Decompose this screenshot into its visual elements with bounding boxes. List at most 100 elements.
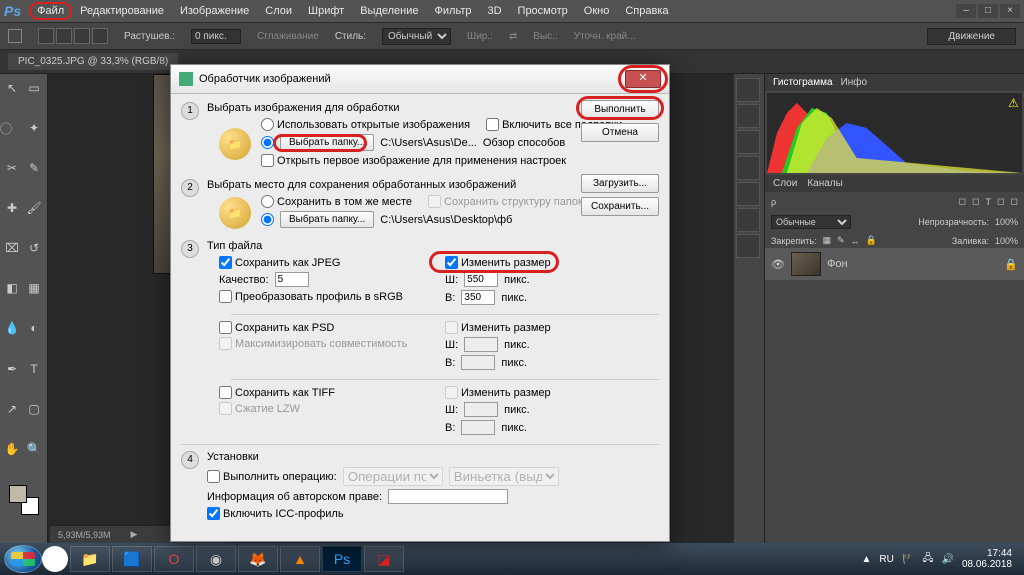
close-button[interactable]: ×	[1000, 4, 1020, 18]
menu-window[interactable]: Окно	[576, 2, 618, 20]
open-first-check[interactable]: Открыть первое изображение для применени…	[261, 154, 566, 167]
select-folder-button-1[interactable]: Выбрать папку...	[280, 134, 374, 151]
run-action-check[interactable]: Выполнить операцию:	[207, 470, 337, 483]
tray-network-icon[interactable]: 🖧	[922, 551, 933, 568]
wand-tool-icon[interactable]: ✦	[24, 118, 44, 138]
style-select[interactable]: Обычный	[382, 28, 451, 45]
menu-3d[interactable]: 3D	[479, 2, 509, 20]
blur-tool-icon[interactable]: 💧	[2, 318, 22, 338]
color-swatches[interactable]	[9, 485, 39, 515]
menu-select[interactable]: Выделение	[352, 2, 426, 20]
document-tab[interactable]: PIC_0325.JPG @ 33,3% (RGB/8)	[8, 53, 178, 70]
select-new[interactable]	[38, 28, 54, 44]
menu-type[interactable]: Шрифт	[300, 2, 352, 20]
select-sub[interactable]	[74, 28, 90, 44]
taskbar-app-icon[interactable]: 🟦	[112, 546, 152, 572]
eraser-tool-icon[interactable]: ◧	[2, 278, 22, 298]
taskbar-opera-icon[interactable]: O	[154, 546, 194, 572]
dialog-titlebar[interactable]: Обработчик изображений ✕	[171, 65, 669, 94]
refine-edge-button[interactable]: Уточн. край...	[574, 31, 636, 42]
quality-input[interactable]	[275, 272, 309, 287]
pen-tool-icon[interactable]: ✒	[2, 359, 22, 379]
layer-filter-icon[interactable]: ρ	[771, 197, 776, 207]
save-as-tiff-check[interactable]: Сохранить как TIFF	[219, 386, 335, 399]
resize-check-jpeg[interactable]: Изменить размер	[445, 256, 551, 269]
dialog-close-button[interactable]: ✕	[625, 70, 661, 88]
menu-help[interactable]: Справка	[617, 2, 676, 20]
workspace-select[interactable]: Движение	[927, 28, 1016, 45]
tool-preset-icon[interactable]	[8, 29, 22, 43]
convert-srgb-check[interactable]: Преобразовать профиль в sRGB	[219, 290, 403, 303]
heal-tool-icon[interactable]: ✚	[2, 198, 22, 218]
select-intersect[interactable]	[92, 28, 108, 44]
menu-file[interactable]: Файл	[29, 2, 72, 20]
stamp-tool-icon[interactable]: ⌧	[2, 238, 22, 258]
tab-info[interactable]: Инфо	[841, 77, 868, 88]
dodge-tool-icon[interactable]: ◐	[24, 318, 44, 338]
shape-tool-icon[interactable]: ▢	[24, 399, 44, 419]
character-panel-icon[interactable]	[736, 182, 760, 206]
lasso-tool-icon[interactable]: ⃝	[2, 118, 22, 138]
taskbar-chrome-icon[interactable]: ◉	[196, 546, 236, 572]
cancel-button[interactable]: Отмена	[581, 123, 659, 142]
minimize-button[interactable]: –	[956, 4, 976, 18]
layer-row[interactable]: 👁 Фон 🔒	[765, 248, 1024, 280]
taskbar-explorer-icon[interactable]: 📁	[70, 546, 110, 572]
width-input[interactable]	[464, 272, 498, 287]
hand-tool-icon[interactable]: ✋	[2, 439, 22, 459]
tray-up-icon[interactable]: ▲	[862, 554, 872, 565]
taskbar-vlc-icon[interactable]: ▲	[280, 546, 320, 572]
tab-channels[interactable]: Каналы	[807, 178, 843, 189]
fill-value[interactable]: 100%	[995, 236, 1018, 246]
visibility-icon[interactable]: 👁	[771, 258, 785, 271]
save-as-psd-check[interactable]: Сохранить как PSD	[219, 321, 334, 334]
swatches-panel-icon[interactable]	[736, 156, 760, 180]
properties-panel-icon[interactable]	[736, 130, 760, 154]
actions-panel-icon[interactable]	[736, 104, 760, 128]
libraries-panel-icon[interactable]	[736, 234, 760, 258]
browse-link[interactable]: Обзор способов	[483, 137, 565, 149]
run-button[interactable]: Выполнить	[581, 100, 659, 119]
start-button[interactable]	[4, 545, 42, 573]
same-location-radio[interactable]: Сохранить в том же месте	[261, 195, 412, 208]
eyedropper-tool-icon[interactable]: ✎	[24, 158, 44, 178]
history-brush-icon[interactable]: ↺	[24, 238, 44, 258]
paragraph-panel-icon[interactable]	[736, 208, 760, 232]
menu-layers[interactable]: Слои	[257, 2, 300, 20]
taskbar-photoshop-icon[interactable]: Ps	[322, 546, 362, 572]
brush-tool-icon[interactable]: 🖌	[24, 198, 44, 218]
taskbar-yandex-icon[interactable]	[42, 546, 68, 572]
height-input[interactable]	[461, 290, 495, 305]
copyright-input[interactable]	[388, 489, 508, 504]
tray-clock[interactable]: 17:44 08.06.2018	[962, 548, 1012, 570]
tray-lang[interactable]: RU	[879, 554, 893, 565]
tab-layers[interactable]: Слои	[773, 178, 797, 189]
path-tool-icon[interactable]: ↗	[2, 399, 22, 419]
type-tool-icon[interactable]: T	[24, 359, 44, 379]
tray-flag-icon[interactable]: 🏴	[902, 554, 914, 565]
select-add[interactable]	[56, 28, 72, 44]
feather-input[interactable]	[191, 29, 241, 44]
tray-sound-icon[interactable]: 🔊	[941, 554, 953, 565]
menu-filter[interactable]: Фильтр	[427, 2, 480, 20]
gradient-tool-icon[interactable]: ▦	[24, 278, 44, 298]
load-button[interactable]: Загрузить...	[581, 174, 659, 193]
history-panel-icon[interactable]	[736, 78, 760, 102]
menu-view[interactable]: Просмотр	[510, 2, 576, 20]
crop-tool-icon[interactable]: ✂	[2, 158, 22, 178]
tab-histogram[interactable]: Гистограмма	[773, 77, 833, 88]
blend-mode-select[interactable]: Обычные	[771, 215, 851, 229]
foreground-swatch[interactable]	[9, 485, 27, 503]
zoom-tool-icon[interactable]: 🔍	[24, 439, 44, 459]
save-button[interactable]: Сохранить...	[581, 197, 659, 216]
taskbar-app2-icon[interactable]: ◪	[364, 546, 404, 572]
move-tool-icon[interactable]: ↖	[2, 78, 22, 98]
select-folder-button-2[interactable]: Выбрать папку...	[280, 211, 374, 228]
select-folder-radio-2[interactable]	[261, 213, 274, 226]
use-open-radio[interactable]: Использовать открытые изображения	[261, 118, 470, 131]
icc-profile-check[interactable]: Включить ICC-профиль	[207, 507, 344, 520]
taskbar-firefox-icon[interactable]: 🦊	[238, 546, 278, 572]
menu-image[interactable]: Изображение	[172, 2, 257, 20]
opacity-value[interactable]: 100%	[995, 217, 1018, 227]
menu-edit[interactable]: Редактирование	[72, 2, 172, 20]
